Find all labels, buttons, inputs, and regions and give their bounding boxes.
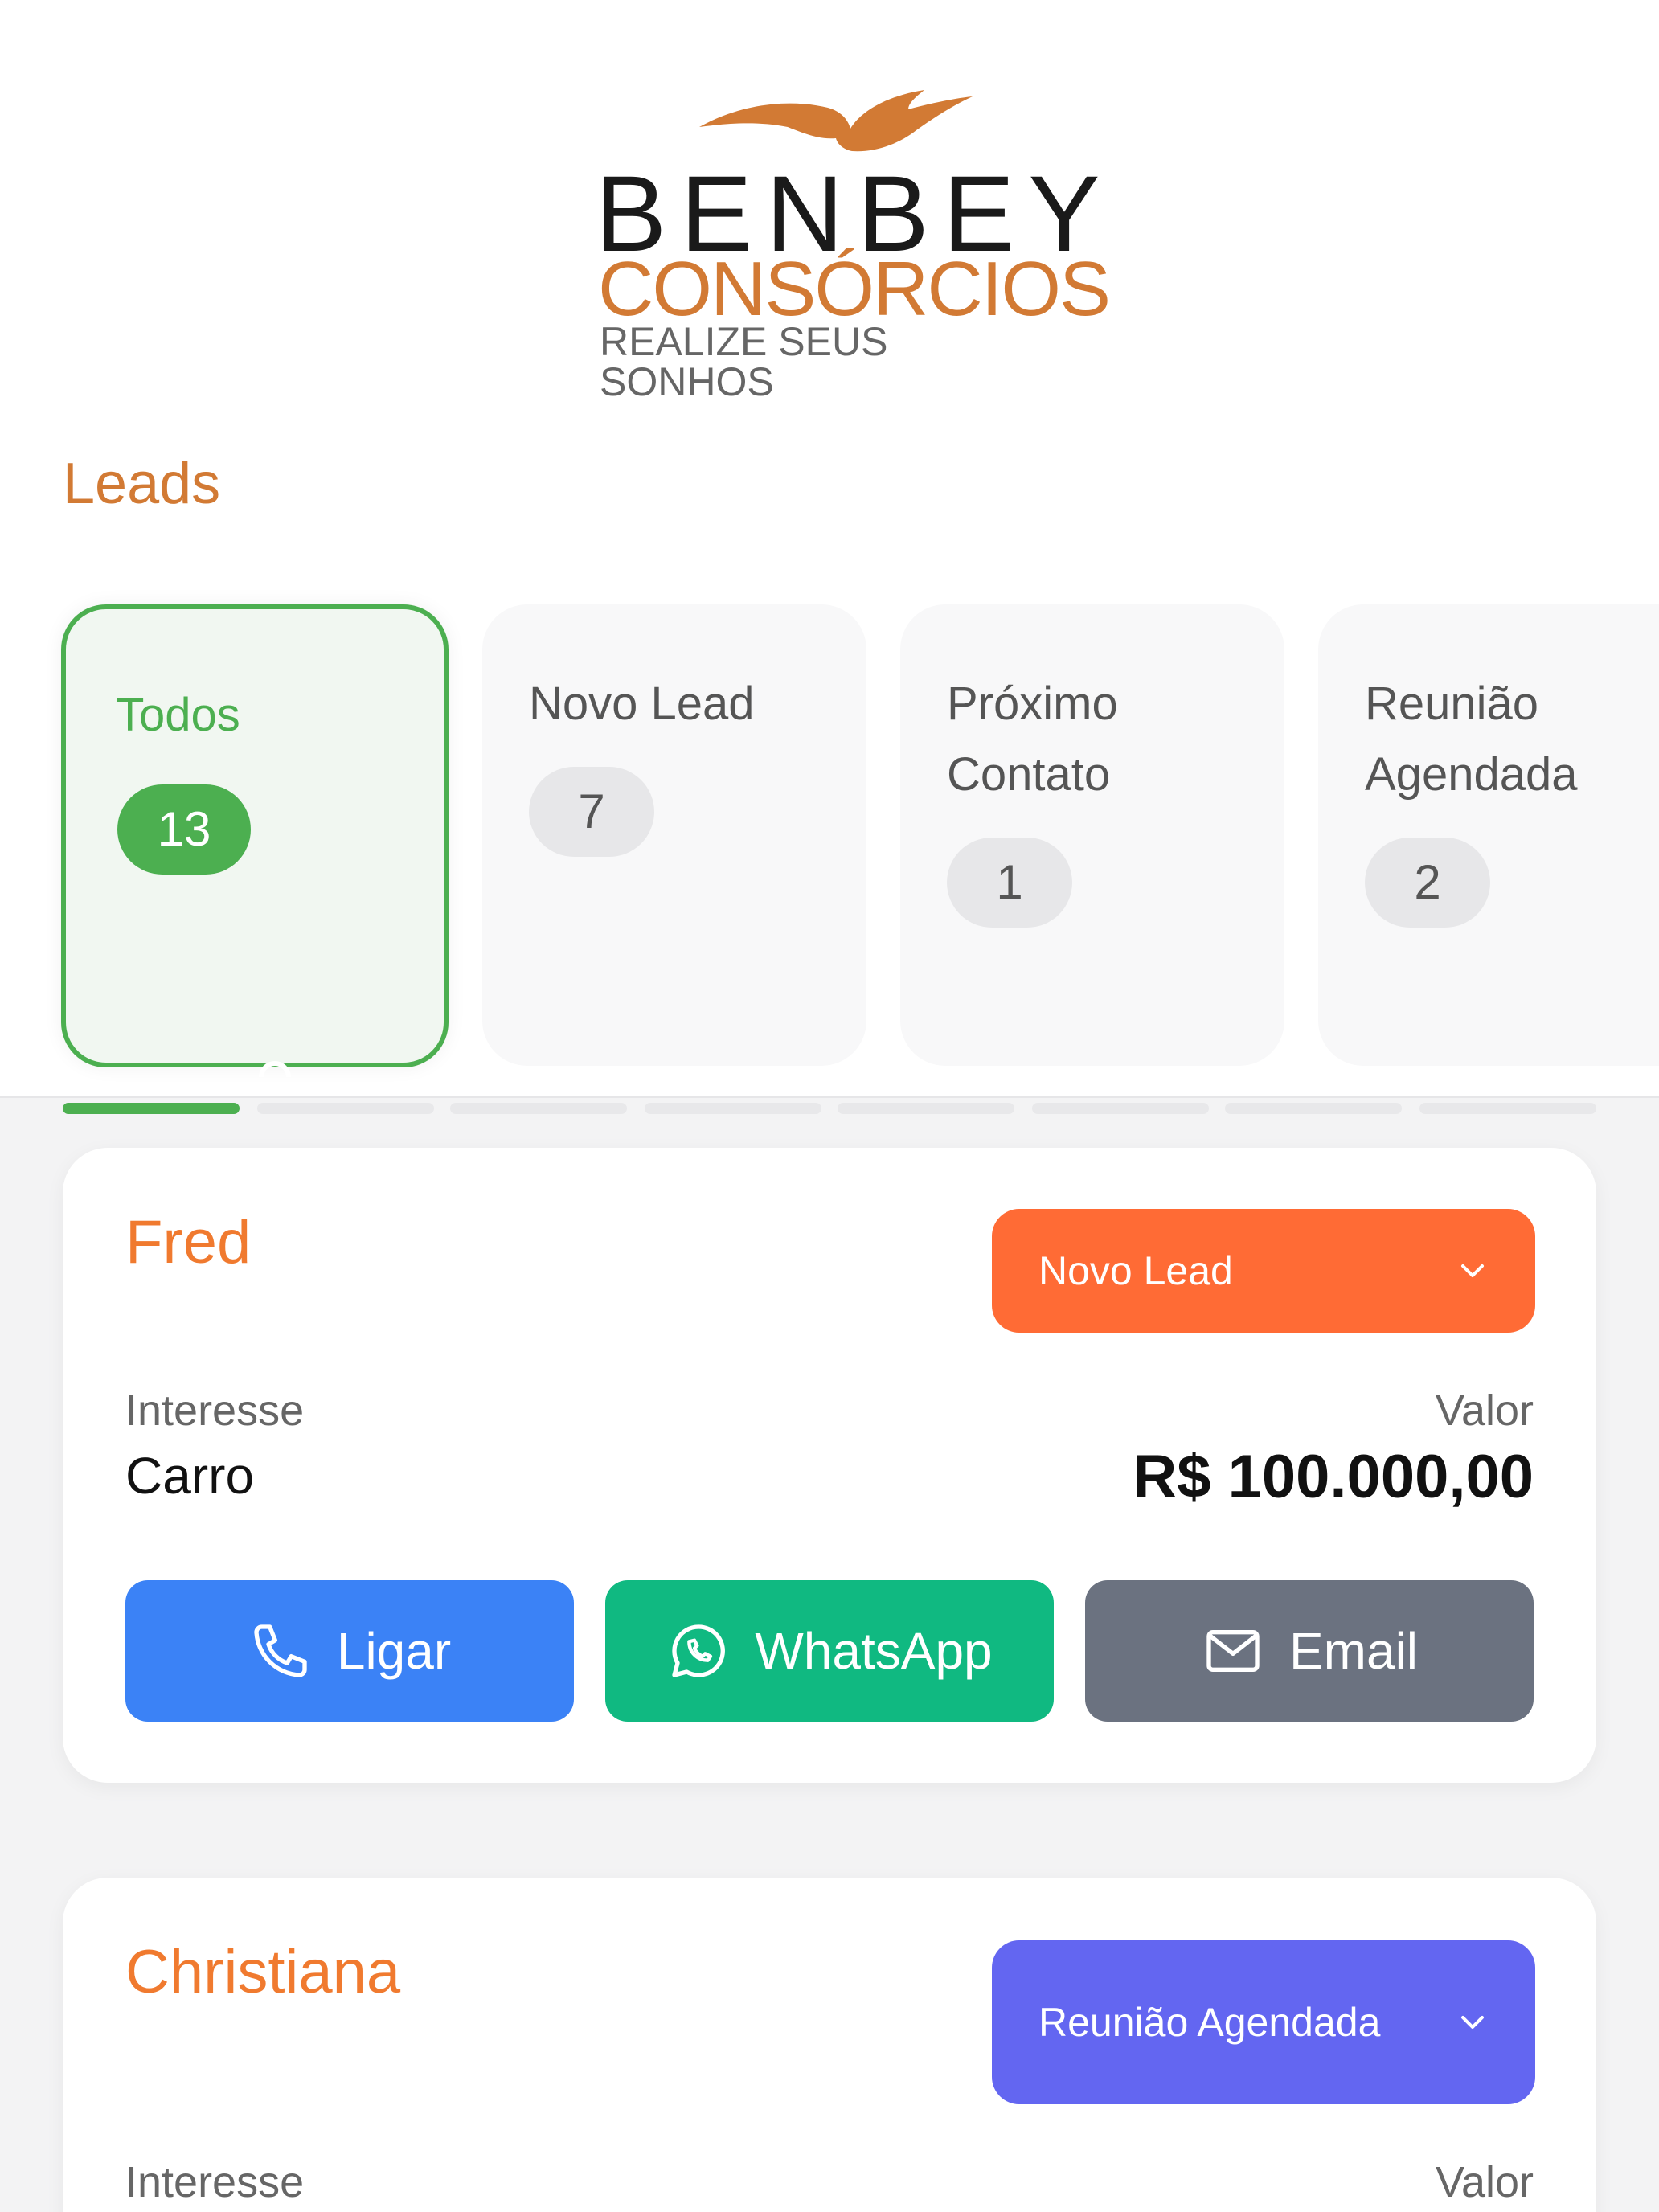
bird-logo-icon: [699, 90, 973, 152]
active-indicator: [259, 1061, 291, 1077]
pager-segment: [1225, 1103, 1402, 1114]
call-button-label: Ligar: [336, 1622, 452, 1680]
lead-name: Christiana: [125, 1938, 401, 2006]
phone-icon: [254, 1624, 307, 1677]
pager-segment: [257, 1103, 434, 1114]
brand-tagline: REALIZE SEUS SONHOS: [600, 319, 888, 404]
status-dropdown-value: Reunião Agendada: [1038, 2000, 1381, 2045]
mail-icon: [1206, 1630, 1260, 1672]
call-button[interactable]: Ligar: [125, 1580, 574, 1722]
whatsapp-button-label: WhatsApp: [755, 1622, 993, 1680]
whatsapp-button[interactable]: WhatsApp: [605, 1580, 1054, 1722]
pager-segment: [450, 1103, 627, 1114]
email-button[interactable]: Email: [1085, 1580, 1534, 1722]
status-dropdown[interactable]: Novo Lead: [992, 1209, 1535, 1333]
lead-name: Fred: [125, 1208, 252, 1276]
lead-card: Christiana Reunião Agendada Interesse Va…: [63, 1878, 1596, 2212]
value-label: Valor: [1435, 2158, 1534, 2206]
interest-value: Carro: [125, 1447, 255, 1505]
filter-tab-proximo-contato[interactable]: Próximo Contato 1: [900, 604, 1284, 1066]
chevron-down-icon: [1461, 1264, 1484, 1277]
email-button-label: Email: [1288, 1622, 1419, 1680]
pager-segment: [645, 1103, 821, 1114]
value-amount: R$ 100.000,00: [1133, 1443, 1534, 1511]
filter-tab-label: Novo Lead: [529, 678, 755, 730]
brand-subtitle: CONSÓRCIOS: [598, 246, 1111, 332]
filter-tab-label: Próximo Contato: [947, 678, 1118, 801]
filter-count-badge: 13: [117, 784, 251, 875]
status-dropdown[interactable]: Reunião Agendada: [992, 1940, 1535, 2104]
filter-tab-label: Reunião Agendada: [1365, 678, 1578, 801]
filter-count-badge: 7: [529, 767, 654, 857]
page-title: Leads: [63, 452, 221, 516]
whatsapp-icon: [672, 1624, 726, 1677]
interest-label: Interesse: [125, 1387, 305, 1435]
interest-label: Interesse: [125, 2158, 305, 2206]
filter-tab-label: Todos: [116, 689, 240, 741]
status-dropdown-value: Novo Lead: [1038, 1248, 1233, 1293]
filter-tab-reuniao-agendada[interactable]: Reunião Agendada 2: [1318, 604, 1659, 1066]
filter-tab-novo-lead[interactable]: Novo Lead 7: [482, 604, 866, 1066]
filter-count-badge: 2: [1365, 838, 1490, 928]
filter-count-badge: 1: [947, 838, 1072, 928]
pager-segment: [1419, 1103, 1596, 1114]
pager-segment: [63, 1103, 240, 1114]
pager-segment: [1032, 1103, 1209, 1114]
header-area: BENBEY CONSÓRCIOS REALIZE SEUS SONHOS Le…: [0, 0, 1659, 1098]
value-label: Valor: [1435, 1387, 1534, 1435]
chevron-down-icon: [1461, 2016, 1484, 2029]
pager-segment: [838, 1103, 1014, 1114]
filter-tab-todos[interactable]: Todos 13: [61, 604, 449, 1077]
lead-card: Fred Novo Lead Interesse Carro Valor R$ …: [63, 1148, 1596, 1783]
brand-logo: BENBEY CONSÓRCIOS REALIZE SEUS SONHOS: [595, 80, 1111, 402]
